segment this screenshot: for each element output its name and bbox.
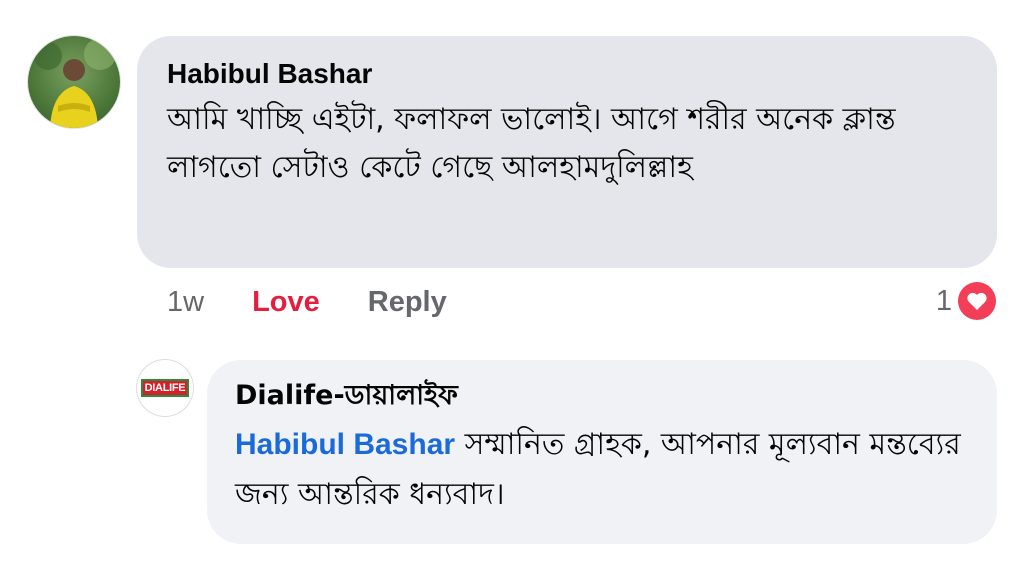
love-button[interactable]: Love [252,286,320,319]
heart-icon [958,282,996,320]
comment-text: আমি খাচ্ছি এইটা, ফলাফল ভালোই। আগে শরীর অ… [167,102,896,185]
reply-button[interactable]: Reply [368,286,447,319]
comment-bubble: Habibul Bashar আমি খাচ্ছি এইটা, ফলাফল ভা… [137,36,997,268]
mention-link[interactable]: Habibul Bashar [235,428,455,461]
reaction-count: 1 [935,284,952,317]
comment-author[interactable]: Habibul Bashar [167,54,967,94]
commenter-photo [34,38,116,128]
reply-author[interactable]: Dialife-ডায়ালাইফ [235,376,969,416]
dialife-logo: DIALIFE [140,379,190,397]
reaction-summary[interactable]: 1 [936,282,996,320]
page-avatar[interactable]: DIALIFE [137,360,193,416]
reply-bubble: Dialife-ডায়ালাইফ Habibul Bashar সম্মানি… [207,360,997,544]
comment-actions: 1w Love Reply [167,280,447,324]
reply-text: Habibul Bashar সম্মানিত গ্রাহক, আপনার মূ… [235,420,965,520]
comment-timestamp[interactable]: 1w [167,286,204,319]
commenter-avatar[interactable] [28,36,120,128]
